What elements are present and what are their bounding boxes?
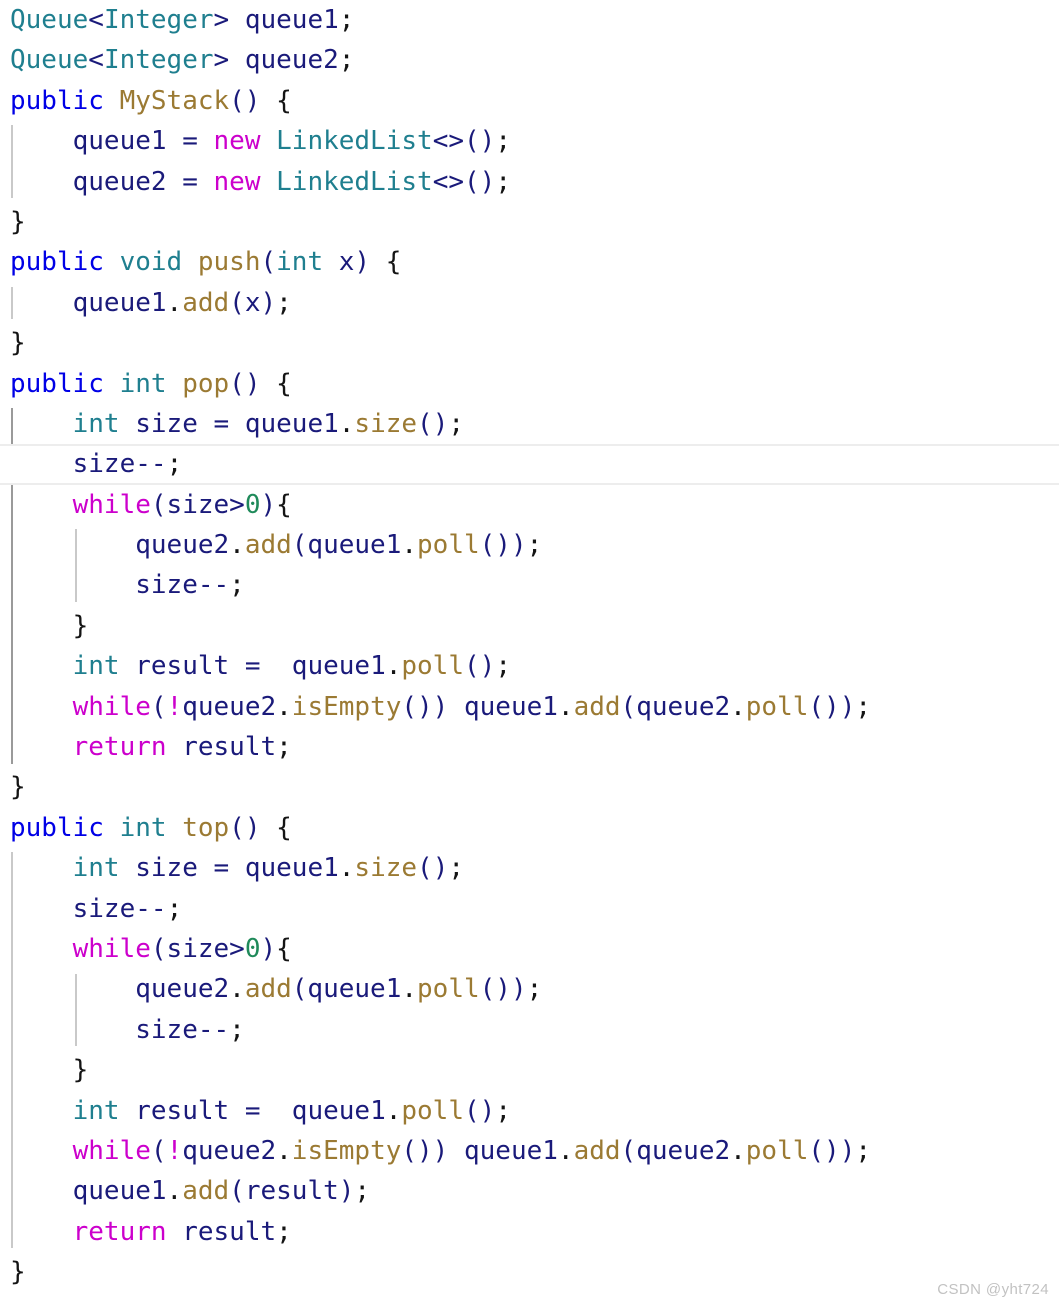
code-line[interactable]: }	[0, 202, 1059, 242]
code-content[interactable]: Queue<Integer> queue1; Queue<Integer> que…	[0, 0, 1059, 1293]
code-line[interactable]: Queue<Integer> queue1;	[0, 0, 1059, 40]
code-line[interactable]: int size = queue1.size();	[0, 404, 1059, 444]
code-line[interactable]: size--;	[0, 1010, 1059, 1050]
code-line[interactable]: public int top() {	[0, 808, 1059, 848]
code-line[interactable]: while(!queue2.isEmpty()) queue1.add(queu…	[0, 1131, 1059, 1171]
code-line[interactable]: }	[0, 1252, 1059, 1292]
code-line[interactable]: }	[0, 1050, 1059, 1090]
code-line[interactable]: queue2.add(queue1.poll());	[0, 525, 1059, 565]
code-line[interactable]: int result = queue1.poll();	[0, 646, 1059, 686]
csdn-watermark: CSDN @yht724	[937, 1281, 1049, 1298]
code-line[interactable]: return result;	[0, 1212, 1059, 1252]
code-line[interactable]: while(size>0){	[0, 485, 1059, 525]
code-line[interactable]: queue1.add(x);	[0, 283, 1059, 323]
code-line[interactable]: return result;	[0, 727, 1059, 767]
code-line[interactable]: int result = queue1.poll();	[0, 1091, 1059, 1131]
code-line[interactable]: queue2 = new LinkedList<>();	[0, 162, 1059, 202]
code-line[interactable]: queue1 = new LinkedList<>();	[0, 121, 1059, 161]
code-line[interactable]: Queue<Integer> queue2;	[0, 40, 1059, 80]
code-line[interactable]: }	[0, 606, 1059, 646]
code-line[interactable]: size--;	[0, 889, 1059, 929]
code-line[interactable]: public void push(int x) {	[0, 242, 1059, 282]
code-line[interactable]: while(!queue2.isEmpty()) queue1.add(queu…	[0, 687, 1059, 727]
code-editor-canvas[interactable]: Queue<Integer> queue1; Queue<Integer> que…	[0, 0, 1059, 1308]
code-line[interactable]: size--;	[0, 565, 1059, 605]
code-line-current[interactable]: size--;	[0, 444, 1059, 485]
code-line[interactable]: while(size>0){	[0, 929, 1059, 969]
code-line[interactable]: queue2.add(queue1.poll());	[0, 969, 1059, 1009]
code-line[interactable]: public MyStack() {	[0, 81, 1059, 121]
code-line[interactable]: int size = queue1.size();	[0, 848, 1059, 888]
code-line[interactable]: public int pop() {	[0, 364, 1059, 404]
code-line[interactable]: }	[0, 767, 1059, 807]
code-line[interactable]: }	[0, 323, 1059, 363]
code-line[interactable]: queue1.add(result);	[0, 1171, 1059, 1211]
